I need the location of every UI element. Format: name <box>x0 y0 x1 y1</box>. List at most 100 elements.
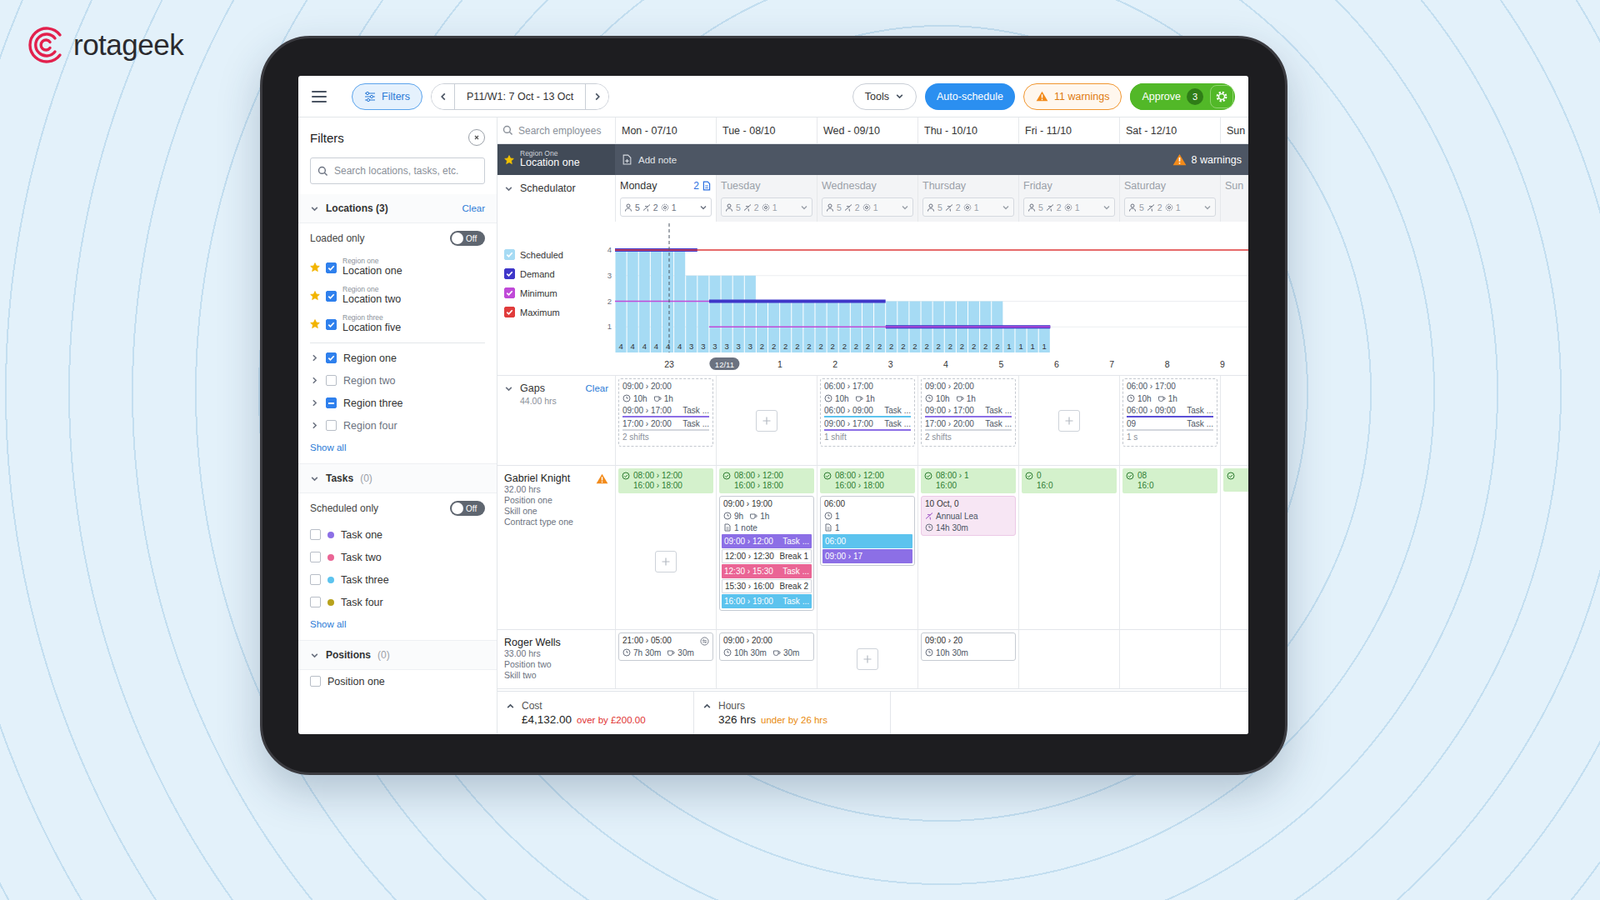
checkbox[interactable] <box>504 268 515 280</box>
day-summary-dropdown[interactable]: 5 2 1 <box>1124 197 1216 217</box>
shift-task[interactable]: 15:30 › 16:00 Break 2 <box>721 579 812 594</box>
auto-schedule-button[interactable]: Auto-schedule <box>925 83 1015 110</box>
scheduler-toggle[interactable]: Schedulator <box>497 175 615 202</box>
task-filter-item[interactable]: Task three <box>310 568 485 591</box>
approve-settings-button[interactable] <box>1210 85 1234 109</box>
show-all-link[interactable]: Show all <box>310 613 485 635</box>
tasks-section-header[interactable]: Tasks (0) <box>298 463 497 494</box>
scheduler-day-header[interactable]: Monday 2 5 2 1 <box>615 175 716 222</box>
location-item[interactable]: Region one Location one <box>310 253 485 282</box>
chevron-right-icon[interactable] <box>310 375 320 385</box>
region-item[interactable]: Region one <box>310 346 485 370</box>
checkbox[interactable] <box>504 287 515 299</box>
toggle-switch[interactable]: Off <box>450 500 485 516</box>
checkbox[interactable] <box>504 306 515 318</box>
total-summary[interactable]: Cost £4,132.00 over by £200.00 <box>497 691 695 735</box>
checkbox[interactable] <box>504 249 515 260</box>
checkbox[interactable] <box>325 420 337 431</box>
checkbox[interactable] <box>310 574 321 585</box>
legend-item[interactable]: Demand <box>504 264 600 284</box>
task-filter-item[interactable]: Task one <box>310 523 485 546</box>
region-item[interactable]: Region three <box>310 391 485 415</box>
employee-label[interactable]: Roger Wells 33.00 hrs Position twoSkill … <box>497 630 615 689</box>
employee-label[interactable]: Gabriel Knight 32.00 hrs Position oneSki… <box>497 465 615 630</box>
scheduler-day-header[interactable]: Saturday 5 2 1 <box>1119 175 1220 222</box>
location-item[interactable]: Region one Location two <box>310 281 485 310</box>
scheduler-day-header[interactable]: Thursday 5 2 1 <box>917 175 1019 222</box>
add-shift-button[interactable] <box>1058 410 1080 432</box>
clear-locations-link[interactable]: Clear <box>462 203 485 214</box>
shift-card[interactable]: 06:00 1 1 06:00 09:00 › 17 <box>820 495 915 566</box>
day-notes-count[interactable]: 2 <box>693 180 712 192</box>
day-summary-dropdown[interactable]: 5 2 1 <box>620 197 712 217</box>
add-shift-button[interactable] <box>655 550 677 573</box>
checkbox[interactable] <box>325 375 337 386</box>
scheduler-day-header[interactable]: Wednesday 5 2 1 <box>816 175 918 222</box>
day-summary-dropdown[interactable]: 5 2 1 <box>821 197 914 217</box>
checkbox[interactable] <box>325 397 337 409</box>
shift-task[interactable]: 09:00 › 17 <box>822 549 913 564</box>
position-filter-item[interactable]: Position one <box>310 670 485 693</box>
star-icon[interactable] <box>310 319 320 330</box>
total-summary[interactable]: Hours 326 hrs under by 26 hrs <box>694 691 891 735</box>
task-filter-item[interactable]: Task two <box>310 545 485 569</box>
previous-period-button[interactable] <box>431 84 455 110</box>
shift-task[interactable]: 16:00 › 19:00 Task ... <box>721 594 812 609</box>
scheduler-day-header[interactable]: Tuesday 5 2 1 <box>715 175 817 222</box>
close-button[interactable] <box>468 129 485 146</box>
employee-search-field[interactable]: Search employees <box>497 117 615 144</box>
approve-button[interactable]: Approve 3 <box>1130 83 1210 110</box>
tools-dropdown[interactable]: Tools <box>852 83 917 110</box>
warnings-button[interactable]: 11 warnings <box>1023 83 1122 110</box>
star-icon[interactable] <box>310 262 320 273</box>
shift-task[interactable]: 12:00 › 12:30 Break 1 <box>721 549 812 564</box>
checkbox[interactable] <box>325 319 337 330</box>
open-shift-card[interactable]: 06:00 › 17:00 10h1h 06:00 › 09:00Task ..… <box>820 378 915 447</box>
checkbox[interactable] <box>325 352 337 364</box>
location-warnings[interactable]: 8 warnings <box>1172 153 1242 166</box>
task-filter-item[interactable]: Task four <box>310 590 485 614</box>
toggle-switch[interactable]: Off <box>450 230 485 246</box>
shift-card[interactable]: 09:00 › 19:00 9h 1h 1 note 09:00 › 12:00… <box>719 495 815 611</box>
shift-task[interactable]: 12:30 › 15:30 Task ... <box>721 564 812 579</box>
legend-item[interactable]: Minimum <box>504 283 600 303</box>
chevron-right-icon[interactable] <box>310 420 320 430</box>
location-item[interactable]: Region three Location five <box>310 310 485 339</box>
filters-search-field[interactable]: Search locations, tasks, etc. <box>310 157 485 185</box>
star-icon[interactable] <box>310 290 320 301</box>
add-shift-button[interactable] <box>856 648 879 670</box>
checkbox[interactable] <box>310 675 321 687</box>
shift-task[interactable]: 09:00 › 12:00 Task ... <box>721 534 812 549</box>
region-item[interactable]: Region two <box>310 369 485 392</box>
open-shift-card[interactable]: 06:00 › 17:00 10h1h 06:00 › 09:00Task ..… <box>1122 378 1218 447</box>
legend-item[interactable]: Maximum <box>504 302 600 322</box>
legend-item[interactable]: Scheduled <box>504 245 600 265</box>
locations-section-header[interactable]: Locations (3) Clear <box>298 194 497 224</box>
positions-section-header[interactable]: Positions (0) <box>298 640 497 670</box>
star-icon[interactable] <box>504 155 515 165</box>
filters-button[interactable]: Filters <box>351 83 423 110</box>
add-note-button[interactable]: Add note <box>621 154 677 165</box>
period-label[interactable]: P11/W1: 7 Oct - 13 Oct <box>455 90 585 103</box>
open-shift-card[interactable]: 09:00 › 20:00 10h1h 09:00 › 17:00Task ..… <box>920 378 1016 447</box>
add-shift-button[interactable] <box>755 410 778 432</box>
day-summary-dropdown[interactable]: 5 2 1 <box>720 197 813 217</box>
shift-card[interactable]: 09:00 › 20 10h 30m <box>920 632 1016 661</box>
checkbox[interactable] <box>310 596 321 608</box>
shift-task[interactable]: 06:00 <box>822 534 913 549</box>
shift-card[interactable]: 09:00 › 20:00 10h 30m 30m <box>719 632 815 661</box>
show-all-link[interactable]: Show all <box>310 436 485 459</box>
checkbox[interactable] <box>310 551 321 563</box>
open-shift-card[interactable]: 09:00 › 20:00 10h1h 09:00 › 17:00Task ..… <box>618 378 714 447</box>
checkbox[interactable] <box>325 290 337 302</box>
clear-gaps-link[interactable]: Clear <box>585 383 609 394</box>
day-summary-dropdown[interactable]: 5 2 1 <box>1023 197 1115 217</box>
region-item[interactable]: Region four <box>310 414 485 437</box>
scheduler-day-header[interactable]: Friday 5 2 1 <box>1018 175 1120 222</box>
scheduler-day-header[interactable]: Sun <box>1220 175 1249 222</box>
chevron-right-icon[interactable] <box>310 398 320 408</box>
menu-icon[interactable] <box>311 90 327 103</box>
chevron-right-icon[interactable] <box>310 353 320 363</box>
next-period-button[interactable] <box>585 84 609 110</box>
day-summary-dropdown[interactable]: 5 2 1 <box>922 197 1015 217</box>
